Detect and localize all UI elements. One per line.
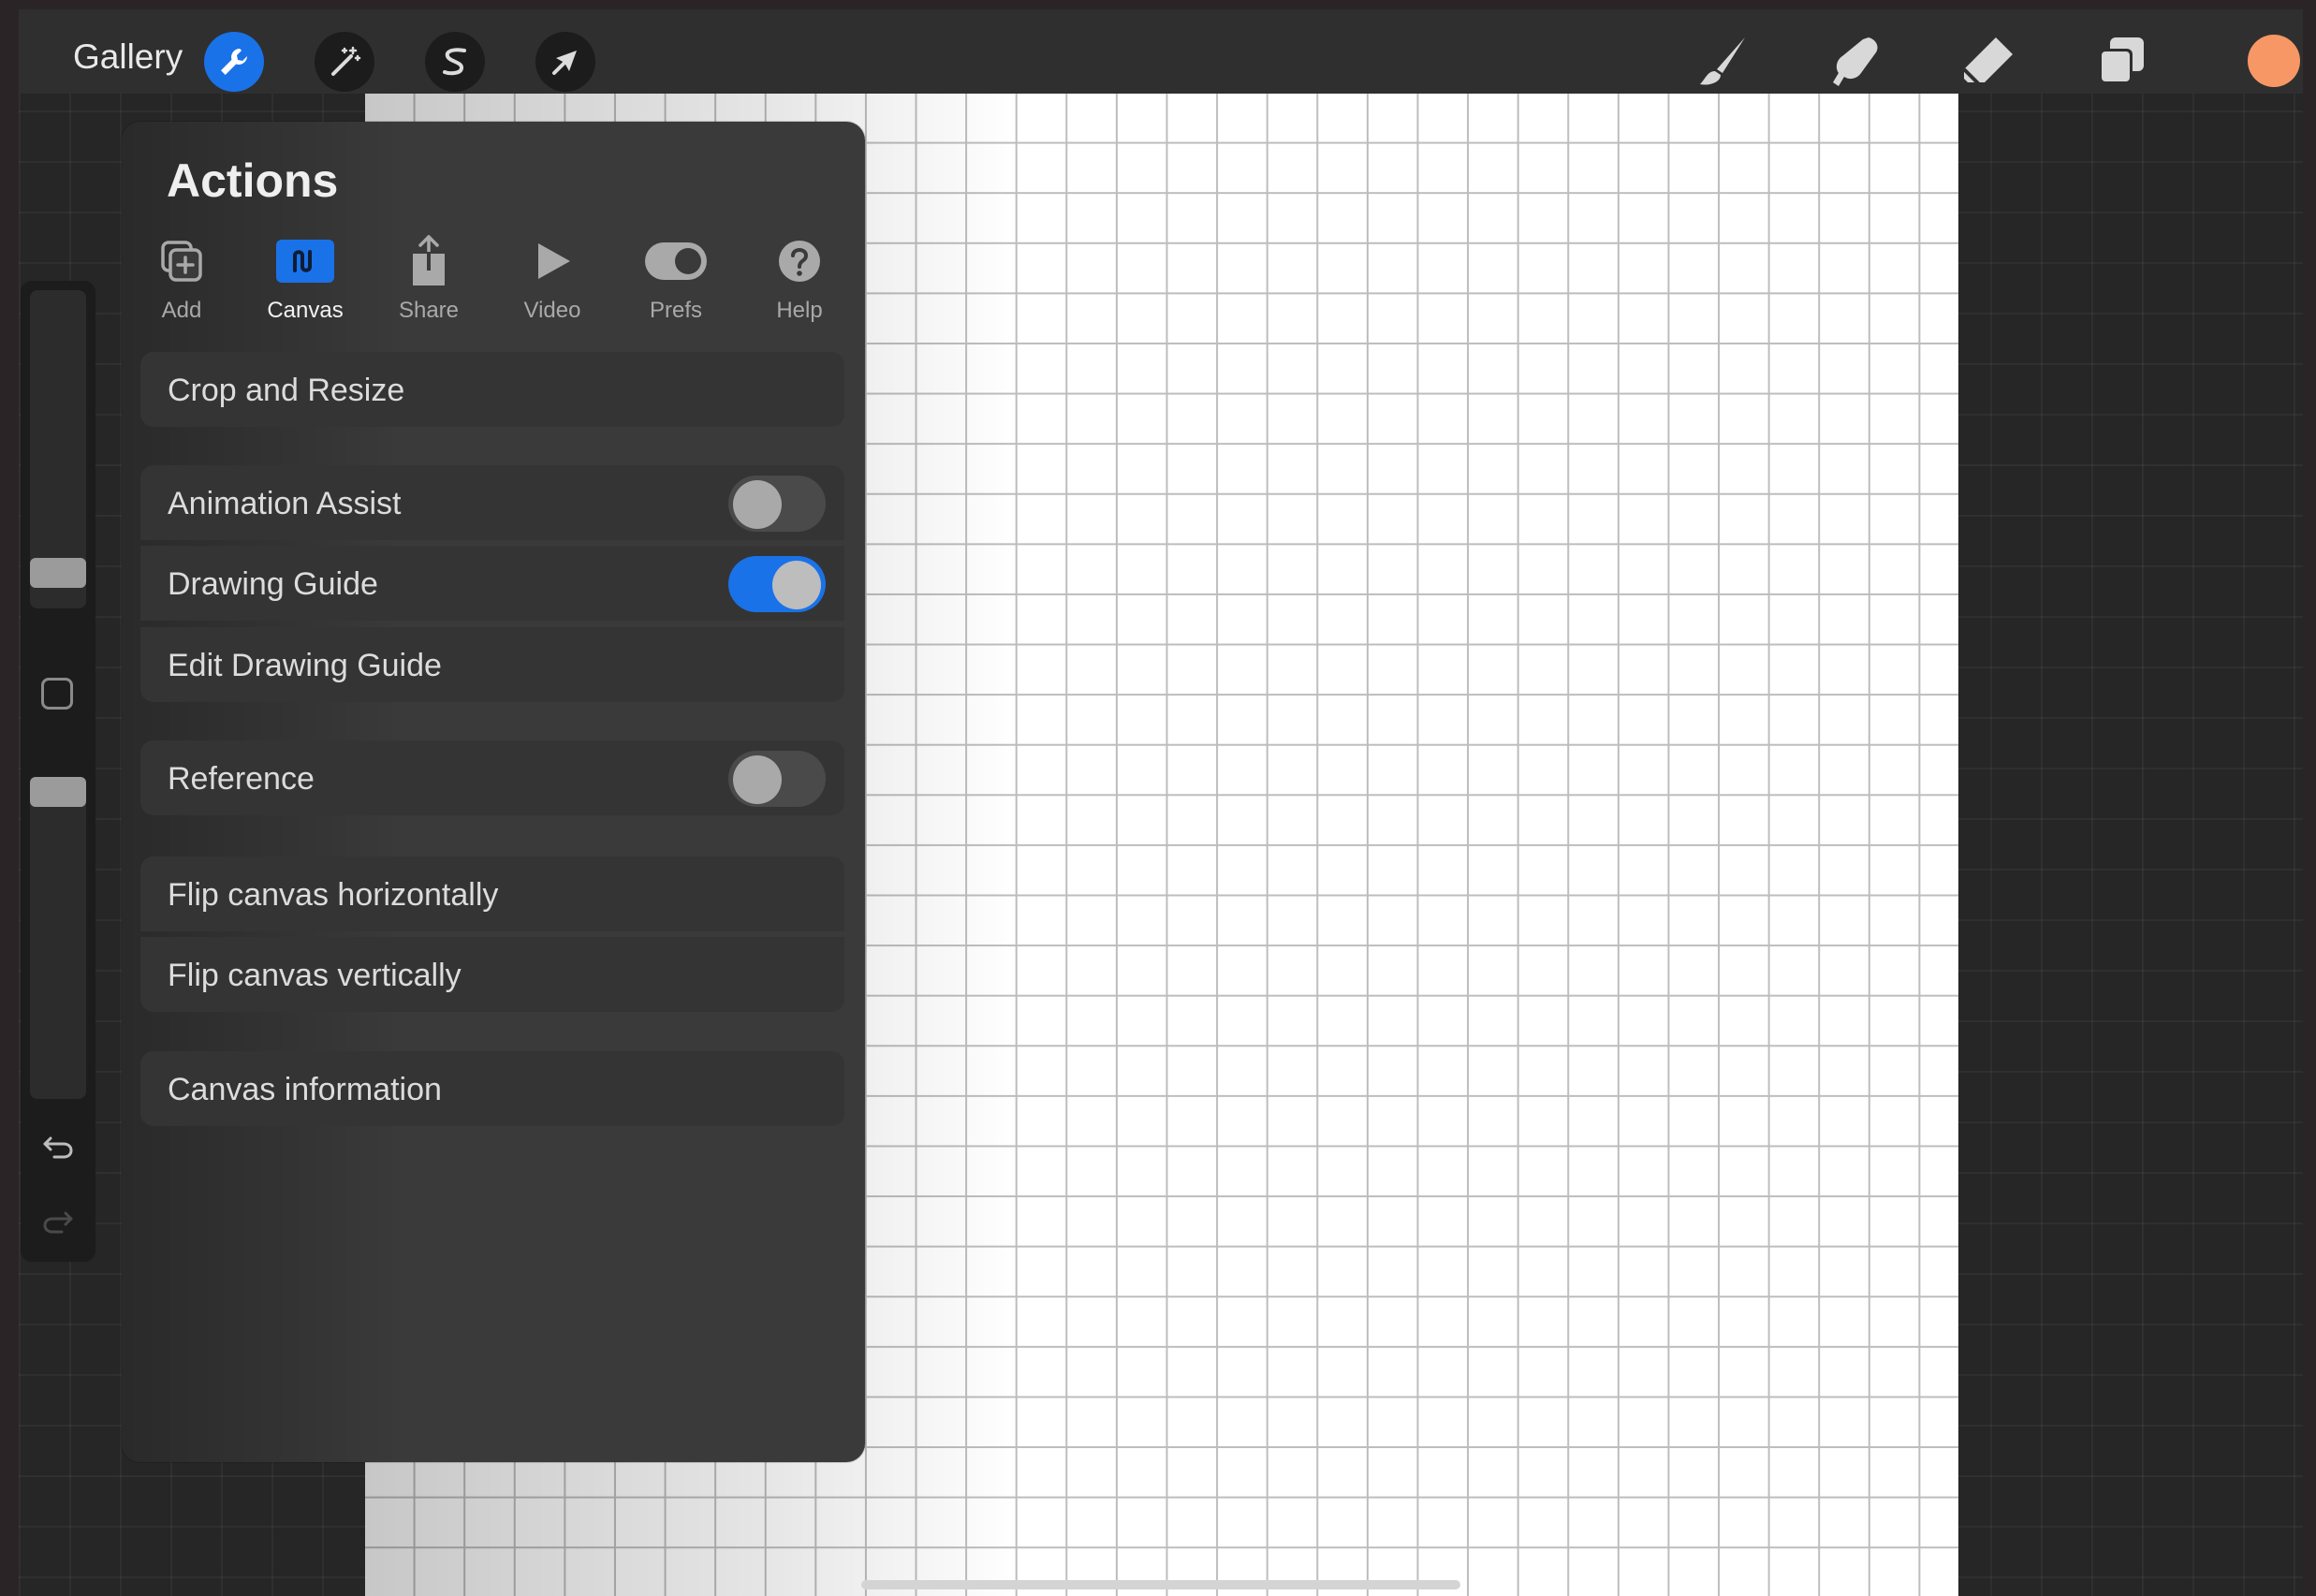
selection-button[interactable] (425, 32, 485, 92)
smudge-button[interactable] (1822, 28, 1889, 95)
canvas-icon (276, 232, 334, 290)
toggle-icon (645, 232, 707, 290)
eraser-icon (1958, 32, 2018, 92)
toggle-knob (733, 480, 782, 529)
item-label: Flip canvas vertically (168, 958, 462, 993)
help-icon (777, 232, 822, 290)
add-icon (158, 232, 205, 290)
tab-label: Add (161, 298, 202, 323)
gallery-button[interactable]: Gallery (73, 37, 183, 77)
reference-item: Reference (140, 740, 844, 815)
animation-assist-item: Animation Assist (140, 465, 844, 540)
actions-panel: Actions Add Canvas Share Video Prefs Hel (122, 122, 865, 1462)
layers-button[interactable] (2088, 28, 2155, 95)
left-sidebar (21, 281, 95, 1262)
eraser-button[interactable] (1955, 28, 2022, 95)
brush-size-thumb[interactable] (30, 558, 86, 588)
crop-resize-item[interactable]: Crop and Resize (140, 352, 844, 427)
tab-canvas[interactable]: Canvas (249, 232, 361, 335)
tab-video[interactable]: Video (496, 232, 608, 335)
arrow-cursor-icon (547, 43, 584, 81)
adjustments-button[interactable] (315, 32, 374, 92)
animation-assist-toggle[interactable] (728, 476, 826, 532)
tab-label: Share (398, 298, 460, 323)
item-label: Crop and Resize (168, 373, 405, 408)
drawing-guide-item: Drawing Guide (140, 546, 844, 621)
item-label: Drawing Guide (168, 566, 378, 602)
wrench-icon (215, 43, 253, 81)
tab-label: Help (776, 298, 823, 323)
tab-prefs[interactable]: Prefs (620, 232, 732, 335)
magic-wand-icon (326, 43, 363, 81)
drawing-guide-toggle[interactable] (728, 556, 826, 612)
item-label: Animation Assist (168, 486, 402, 521)
canvas-information-item[interactable]: Canvas information (140, 1051, 844, 1126)
reference-toggle[interactable] (728, 751, 826, 807)
brush-button[interactable] (1689, 28, 1756, 95)
flip-horizontal-item[interactable]: Flip canvas horizontally (140, 857, 844, 931)
top-toolbar: Gallery (19, 9, 2303, 94)
item-label: Flip canvas horizontally (168, 877, 499, 913)
panel-title: Actions (167, 154, 339, 207)
selection-s-icon (436, 43, 474, 81)
modify-button[interactable] (41, 678, 73, 710)
share-icon (405, 232, 452, 290)
toggle-knob (772, 561, 821, 609)
toggle-knob (733, 755, 782, 804)
brush-opacity-slider[interactable] (30, 777, 86, 1099)
item-label: Canvas information (168, 1072, 442, 1107)
tab-label: Canvas (267, 298, 344, 323)
tab-share[interactable]: Share (373, 232, 485, 335)
actions-button[interactable] (204, 32, 264, 92)
layers-icon (2091, 32, 2151, 92)
item-label: Edit Drawing Guide (168, 648, 442, 683)
smudge-finger-icon (1825, 32, 1885, 92)
tab-add[interactable]: Add (125, 232, 238, 335)
tab-label: Prefs (649, 298, 702, 323)
flip-vertical-item[interactable]: Flip canvas vertically (140, 937, 844, 1012)
brush-opacity-thumb[interactable] (30, 777, 86, 807)
redo-icon (39, 1204, 77, 1246)
transform-button[interactable] (535, 32, 595, 92)
color-picker-button[interactable] (2248, 35, 2300, 87)
brush-icon (1693, 32, 1752, 92)
undo-button[interactable] (37, 1129, 79, 1170)
home-indicator (861, 1580, 1460, 1589)
undo-icon (39, 1129, 77, 1171)
play-icon (531, 232, 574, 290)
item-label: Reference (168, 761, 315, 797)
redo-button[interactable] (37, 1204, 79, 1245)
tab-label: Video (523, 298, 581, 323)
tab-help[interactable]: Help (743, 232, 856, 335)
edit-drawing-guide-item[interactable]: Edit Drawing Guide (140, 627, 844, 702)
